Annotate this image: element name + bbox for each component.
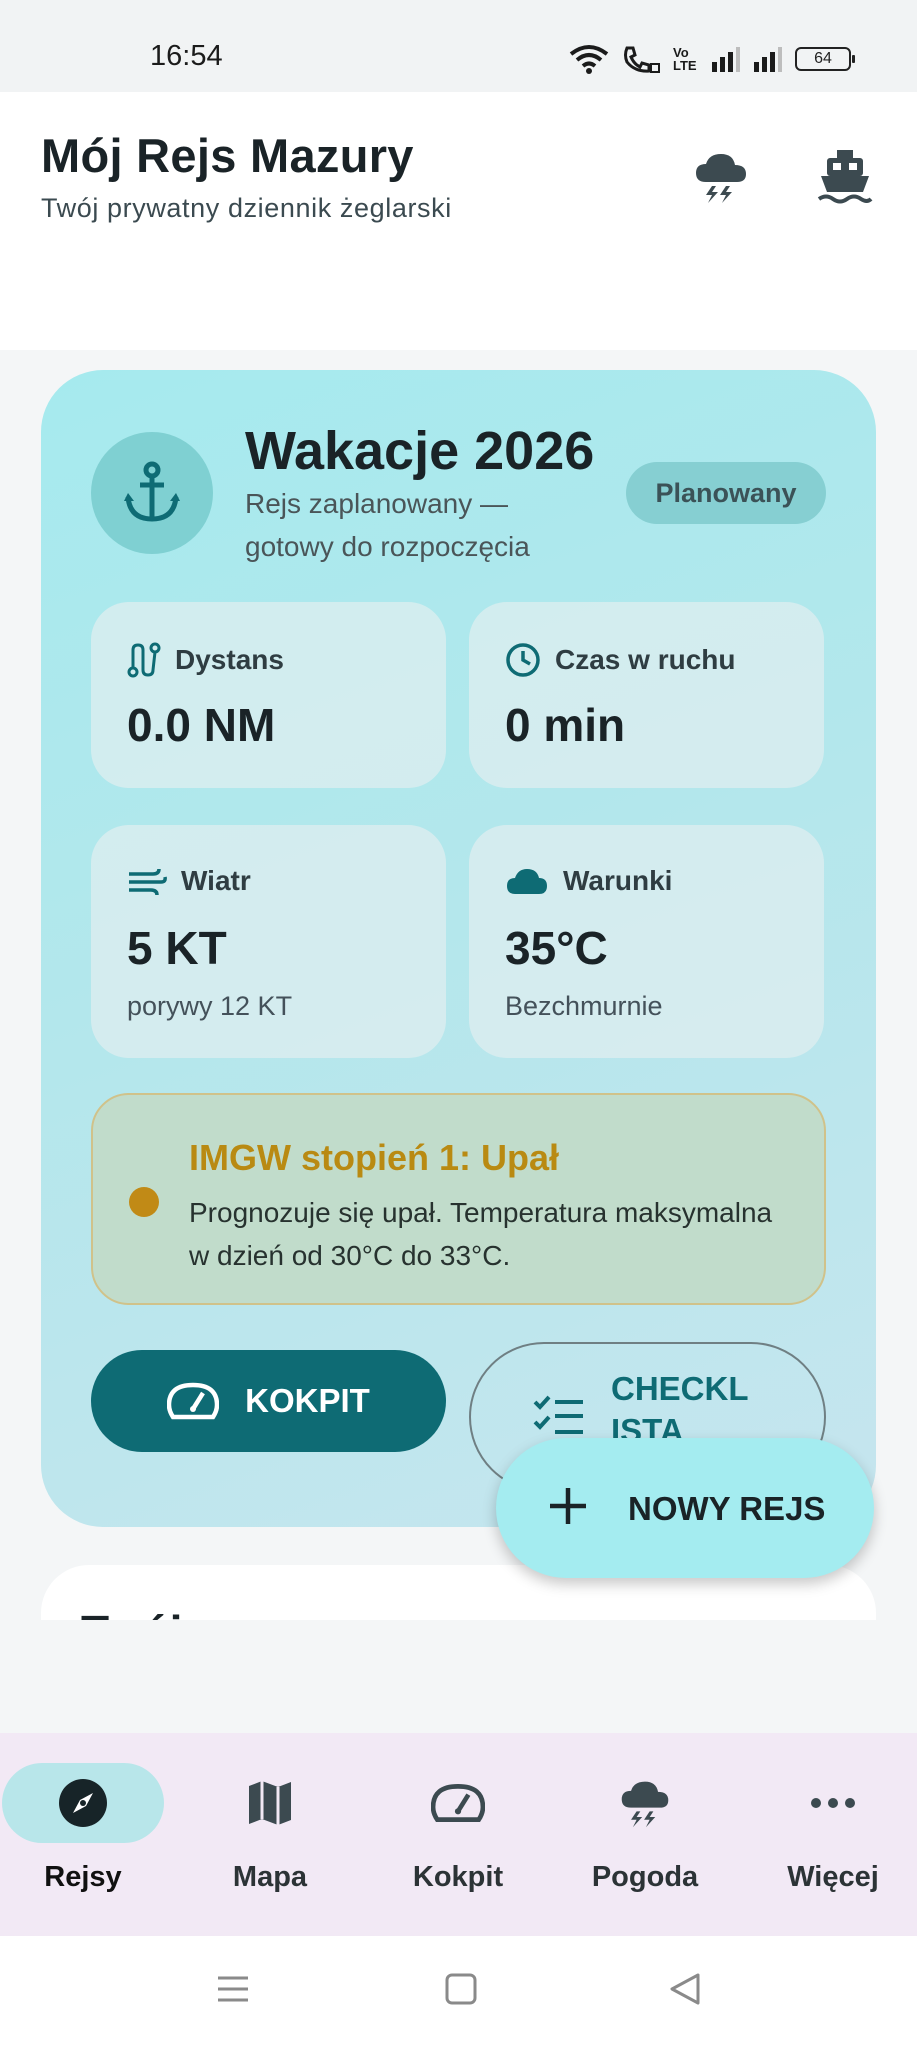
stat-conditions-sky: Bezchmurnie <box>505 991 663 1021</box>
clock-icon <box>506 643 540 677</box>
stat-time-label: Czas w ruchu <box>555 644 736 675</box>
stat-time-value: 0 min <box>505 699 626 751</box>
weather-button[interactable] <box>686 142 756 212</box>
battery-level: 64 <box>814 50 832 67</box>
system-navigation-bar <box>0 1936 917 2048</box>
status-badge: Planowany <box>626 462 826 524</box>
compass-icon <box>59 1779 107 1827</box>
more-icon <box>811 1798 855 1808</box>
speedometer-icon <box>167 1382 220 1420</box>
storm-cloud-icon <box>621 1781 669 1828</box>
stat-distance-value: 0.0 NM <box>127 699 276 751</box>
trip-name: Wakacje 2026 <box>245 421 595 481</box>
status-time: 16:54 <box>150 40 223 72</box>
anchor-icon <box>124 461 180 522</box>
battery-icon: 64 <box>795 47 855 71</box>
stat-wind-value: 5 KT <box>127 922 227 974</box>
plus-icon <box>550 1488 586 1524</box>
signal-icon <box>712 47 740 72</box>
stat-conditions: Warunki 35°C Bezchmurnie <box>469 825 824 1058</box>
wind-icon <box>129 868 167 896</box>
stat-time: Czas w ruchu 0 min <box>469 602 824 788</box>
main-content[interactable]: Wakacje 2026 Rejs zaplanowany — gotowy d… <box>0 350 917 1620</box>
nav-label-rejsy: Rejsy <box>44 1861 122 1893</box>
stat-wind: Wiatr 5 KT porywy 12 KT <box>91 825 446 1058</box>
ship-icon <box>817 150 873 204</box>
nav-label-pogoda: Pogoda <box>591 1861 699 1893</box>
menu-icon[interactable] <box>216 1972 250 2006</box>
alert-title: IMGW stopień 1: Upał <box>189 1137 560 1178</box>
app-title: Mój Rejs Mazury <box>41 129 414 182</box>
nav-label-mapa: Mapa <box>232 1861 308 1893</box>
kokpit-button[interactable]: KOKPIT <box>91 1350 446 1452</box>
volte-icon: Vo LTE <box>673 45 697 73</box>
status-bar: 16:54 Vo LTE 64 <box>0 0 917 92</box>
back-icon[interactable] <box>668 1972 702 2006</box>
signal-icon-2 <box>754 47 782 72</box>
bottom-navigation: Rejsy Mapa Kokpit Pogoda Więcej <box>0 1733 917 1936</box>
boat-button[interactable] <box>810 142 880 212</box>
next-section-title: Twój <box>81 1605 182 1620</box>
speedometer-icon <box>431 1784 485 1822</box>
trip-card[interactable]: Wakacje 2026 Rejs zaplanowany — gotowy d… <box>41 370 876 1527</box>
stat-wind-label: Wiatr <box>181 865 251 896</box>
nav-label-wiecej: Więcej <box>787 1861 879 1893</box>
home-icon[interactable] <box>444 1972 478 2006</box>
stat-distance: Dystans 0.0 NM <box>91 602 446 788</box>
nav-item-pogoda[interactable]: Pogoda <box>564 1763 724 1913</box>
stat-conditions-label: Warunki <box>563 865 673 896</box>
wifi-icon <box>569 45 609 74</box>
map-icon <box>249 1781 291 1825</box>
route-icon <box>127 642 161 678</box>
alert-text: Prognozuje się upał. Temperatura maksyma… <box>189 1197 773 1271</box>
wifi-call-icon <box>624 46 660 73</box>
cloud-icon <box>507 869 547 894</box>
new-trip-fab[interactable]: NOWY REJS <box>496 1438 874 1578</box>
nav-item-kokpit[interactable]: Kokpit <box>377 1763 537 1913</box>
trip-avatar <box>91 432 213 554</box>
nav-item-rejsy[interactable]: Rejsy <box>2 1763 164 1913</box>
trip-description: Rejs zaplanowany — gotowy do rozpoczęcia <box>245 488 530 562</box>
checklist-icon <box>533 1395 583 1434</box>
app-subtitle: Twój prywatny dziennik żeglarski <box>41 193 452 223</box>
stat-conditions-value: 35°C <box>505 922 608 974</box>
storm-cloud-icon <box>696 154 746 203</box>
status-icons: Vo LTE 64 <box>569 42 855 76</box>
stat-distance-label: Dystans <box>175 644 284 675</box>
nav-item-wiecej[interactable]: Więcej <box>752 1763 912 1913</box>
weather-alert[interactable]: IMGW stopień 1: Upał Prognozuje się upał… <box>91 1093 826 1305</box>
kokpit-button-label: KOKPIT <box>245 1382 370 1419</box>
nav-item-mapa[interactable]: Mapa <box>189 1763 349 1913</box>
stat-wind-gusts: porywy 12 KT <box>127 991 293 1021</box>
new-trip-fab-label: NOWY REJS <box>628 1490 826 1527</box>
nav-label-kokpit: Kokpit <box>412 1861 504 1893</box>
alert-dot-icon <box>129 1187 159 1217</box>
